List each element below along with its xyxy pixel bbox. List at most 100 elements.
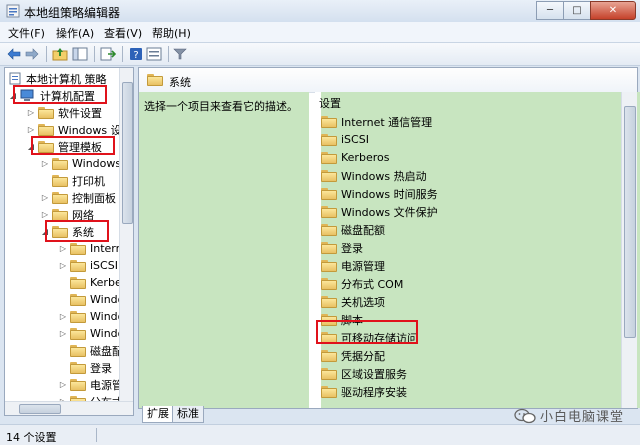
folder-icon [70, 293, 86, 306]
minimize-button[interactable]: ─ [536, 1, 564, 20]
folder-icon [52, 174, 68, 187]
folder-icon [70, 344, 86, 357]
details-scroll-thumb[interactable] [624, 106, 636, 338]
list-item[interactable]: Windows 时间服务 [321, 185, 438, 202]
folder-icon [52, 157, 68, 170]
folder-icon [321, 223, 337, 236]
window: 本地组策略编辑器 ─ □ ✕ 文件(F) 操作(A) 查看(V) 帮助(H) ?… [0, 0, 640, 445]
list-item[interactable]: 关机选项 [321, 293, 385, 310]
watermark: 小白电脑课堂 [514, 406, 624, 425]
list-item[interactable]: Kerberos [321, 149, 389, 166]
expander-icon[interactable]: ▷ [41, 159, 49, 168]
expander-icon[interactable]: ▷ [59, 244, 67, 253]
list-item[interactable]: 凭据分配 [321, 347, 385, 364]
expander-icon[interactable]: ▷ [59, 380, 67, 389]
maximize-button[interactable]: □ [563, 1, 591, 20]
tree-vertical-scrollbar[interactable] [119, 68, 133, 401]
list-item[interactable]: 磁盘配额 [321, 221, 385, 238]
folder-icon [321, 133, 337, 146]
folder-icon [70, 361, 86, 374]
folder-icon [321, 259, 337, 272]
tree-scroll-thumb[interactable] [122, 82, 133, 224]
tree-item-windows-2[interactable]: ▷ Windo [59, 308, 124, 325]
folder-icon [321, 277, 337, 290]
list-item[interactable]: Windows 热启动 [321, 167, 427, 184]
expander-icon[interactable]: ▷ [59, 329, 67, 338]
tree-item-internet[interactable]: ▷ Intern [59, 240, 123, 257]
details-header: 系统 [139, 68, 637, 93]
expander-icon[interactable]: ▷ [27, 108, 35, 117]
folder-icon [70, 242, 86, 255]
tree-item-power[interactable]: ▷ 电源管 [59, 376, 123, 393]
folder-icon [52, 191, 68, 204]
highlight-box-computer-config [13, 85, 107, 104]
menu-help[interactable]: 帮助(H) [152, 25, 191, 41]
folder-icon [52, 208, 68, 221]
folder-icon [321, 187, 337, 200]
highlight-box-system [45, 220, 109, 242]
description-text: 选择一个项目来查看它的描述。 [144, 100, 298, 113]
wechat-icon [514, 408, 536, 423]
folder-icon [38, 106, 54, 119]
tree-item-control-panel[interactable]: ▷ 控制面板 [41, 189, 116, 206]
list-item[interactable]: 驱动程序安装 [321, 383, 407, 400]
tab-standard[interactable]: 标准 [172, 406, 204, 423]
menu-action[interactable]: 操作(A) [56, 25, 94, 41]
properties-icon[interactable] [146, 46, 162, 62]
list-item[interactable]: 区域设置服务 [321, 365, 407, 382]
close-button[interactable]: ✕ [590, 1, 636, 20]
menu-view[interactable]: 查看(V) [104, 25, 142, 41]
tree-item-software-settings[interactable]: ▷ 软件设置 [27, 104, 102, 121]
folder-icon [38, 123, 54, 136]
status-bar: 14 个设置 [0, 424, 640, 445]
folder-icon [70, 259, 86, 272]
up-folder-icon[interactable] [52, 46, 68, 62]
show-hide-tree-icon[interactable] [72, 46, 88, 62]
tree-item-windows-3[interactable]: ▷ Windo [59, 325, 124, 342]
list-item[interactable]: 登录 [321, 239, 363, 256]
tree-item-iscsi[interactable]: ▷ iSCSI [59, 257, 118, 274]
folder-icon [321, 241, 337, 254]
folder-icon [321, 115, 337, 128]
list-item[interactable]: 分布式 COM [321, 275, 403, 292]
window-controls: ─ □ ✕ [536, 1, 636, 20]
tab-extended[interactable]: 扩展 [142, 406, 174, 423]
folder-icon [321, 385, 337, 398]
tree-item-logon[interactable]: 登录 [59, 359, 112, 376]
watermark-text: 小白电脑课堂 [540, 410, 625, 425]
window-title: 本地组策略编辑器 [24, 6, 121, 20]
folder-icon [70, 378, 86, 391]
list-item[interactable]: Internet 通信管理 [321, 113, 432, 130]
highlight-box-removable-storage [316, 320, 418, 344]
export-icon[interactable] [100, 46, 116, 62]
tree-hscroll-thumb[interactable] [19, 404, 61, 414]
tree-item-windows-components[interactable]: ▷ Windows [41, 155, 121, 172]
folder-icon [321, 151, 337, 164]
list-item[interactable]: Windows 文件保护 [321, 203, 438, 220]
folder-icon [321, 169, 337, 182]
settings-column-header[interactable]: 设置 [319, 95, 341, 111]
tree-item-printers[interactable]: 打印机 [41, 172, 105, 189]
tree-horizontal-scrollbar[interactable] [5, 401, 133, 415]
expander-icon[interactable]: ▷ [59, 261, 67, 270]
tree-item-disk-quota[interactable]: 磁盘配 [59, 342, 123, 359]
filter-icon[interactable] [172, 46, 188, 62]
tree-item-kerberos[interactable]: Kerbe [59, 274, 122, 291]
document-icon [9, 72, 21, 85]
tree-item-windows-1[interactable]: Windo [59, 291, 124, 308]
help-icon[interactable]: ? [128, 46, 144, 62]
list-item[interactable]: 电源管理 [321, 257, 385, 274]
back-icon[interactable] [6, 46, 22, 62]
expander-icon[interactable]: ▷ [41, 193, 49, 202]
menu-file[interactable]: 文件(F) [8, 25, 45, 41]
expander-icon[interactable]: ▷ [59, 312, 67, 321]
details-vertical-scrollbar[interactable] [621, 92, 637, 408]
folder-icon [321, 367, 337, 380]
folder-icon [321, 349, 337, 362]
svg-text:?: ? [133, 50, 138, 61]
folder-icon [70, 276, 86, 289]
list-item[interactable]: iSCSI [321, 131, 369, 148]
expander-icon[interactable]: ▷ [27, 125, 35, 134]
forward-icon[interactable] [24, 46, 40, 62]
expander-icon[interactable]: ▷ [41, 210, 49, 219]
